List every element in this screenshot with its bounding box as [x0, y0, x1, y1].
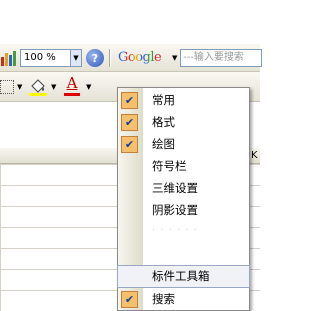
menu-item-label: 常用 — [152, 93, 175, 107]
checkmark-icon: ✔ — [121, 136, 138, 153]
font-color-button[interactable]: A — [62, 75, 82, 97]
menu-item-label: 标件工具箱 — [152, 269, 210, 283]
menu-item-drawing[interactable]: ✔ 绘图 — [118, 134, 249, 155]
menu-item-label: 符号栏 — [152, 159, 187, 173]
zoom-dropdown-button[interactable]: ▼ — [70, 49, 82, 67]
toolbars-context-menu: ✔ 常用 ✔ 格式 ✔ 绘图 符号栏 三维设置 阴影设置 · · · · · ·… — [117, 87, 250, 311]
fill-color-icon[interactable] — [28, 77, 48, 97]
toolbar-separator — [109, 49, 111, 67]
checkmark-icon: ✔ — [121, 291, 138, 308]
borders-dropdown-icon[interactable]: ▼ — [17, 83, 22, 91]
menu-item-standard[interactable]: ✔ 常用 — [118, 90, 249, 111]
checkmark-icon: ✔ — [121, 114, 138, 131]
menu-item-shadow-settings[interactable]: 阴影设置 — [118, 200, 249, 221]
faded-menu-item: · · · · · · — [152, 225, 198, 236]
google-logo-text: Google — [118, 50, 162, 65]
font-color-icon: A — [66, 74, 78, 92]
checkmark-icon: ✔ — [121, 92, 138, 109]
grid-column-line — [0, 164, 1, 311]
menu-item-label: 三维设置 — [152, 181, 198, 195]
help-button[interactable]: ? — [86, 49, 104, 67]
google-logo[interactable]: Google — [118, 49, 162, 67]
zoom-value: 100 % — [24, 52, 56, 63]
google-dropdown-icon[interactable]: ▼ — [172, 54, 177, 62]
chevron-down-icon: ▼ — [73, 54, 79, 62]
menu-item-label: 绘图 — [152, 137, 175, 151]
standard-toolbar: 100 % ▼ ? Google ▼ ---输入要搜索 — [0, 44, 262, 72]
menu-item-label: 格式 — [152, 115, 175, 129]
menu-item-format[interactable]: ✔ 格式 — [118, 112, 249, 133]
zoom-select[interactable]: 100 % — [20, 49, 76, 67]
font-color-swatch — [64, 93, 80, 96]
fill-color-dropdown-icon[interactable]: ▼ — [51, 83, 56, 91]
column-header-k[interactable]: K — [251, 150, 258, 161]
borders-icon[interactable] — [0, 80, 14, 94]
help-icon: ? — [91, 51, 99, 65]
menu-item-3d-settings[interactable]: 三维设置 — [118, 178, 249, 199]
menu-item-label: 搜索 — [152, 292, 175, 306]
menu-item-search[interactable]: ✔ 搜索 — [118, 289, 249, 310]
menu-item-control-toolbox[interactable]: 标件工具箱 — [117, 265, 250, 288]
menu-item-label: 阴影设置 — [152, 203, 198, 217]
font-color-dropdown-icon[interactable]: ▼ — [86, 83, 91, 91]
search-placeholder: ---输入要搜索 — [183, 52, 244, 63]
google-search-input[interactable]: ---输入要搜索 — [180, 49, 262, 67]
menu-item-symbol-bar[interactable]: 符号栏 — [118, 156, 249, 177]
chart-wizard-icon[interactable] — [0, 49, 18, 67]
